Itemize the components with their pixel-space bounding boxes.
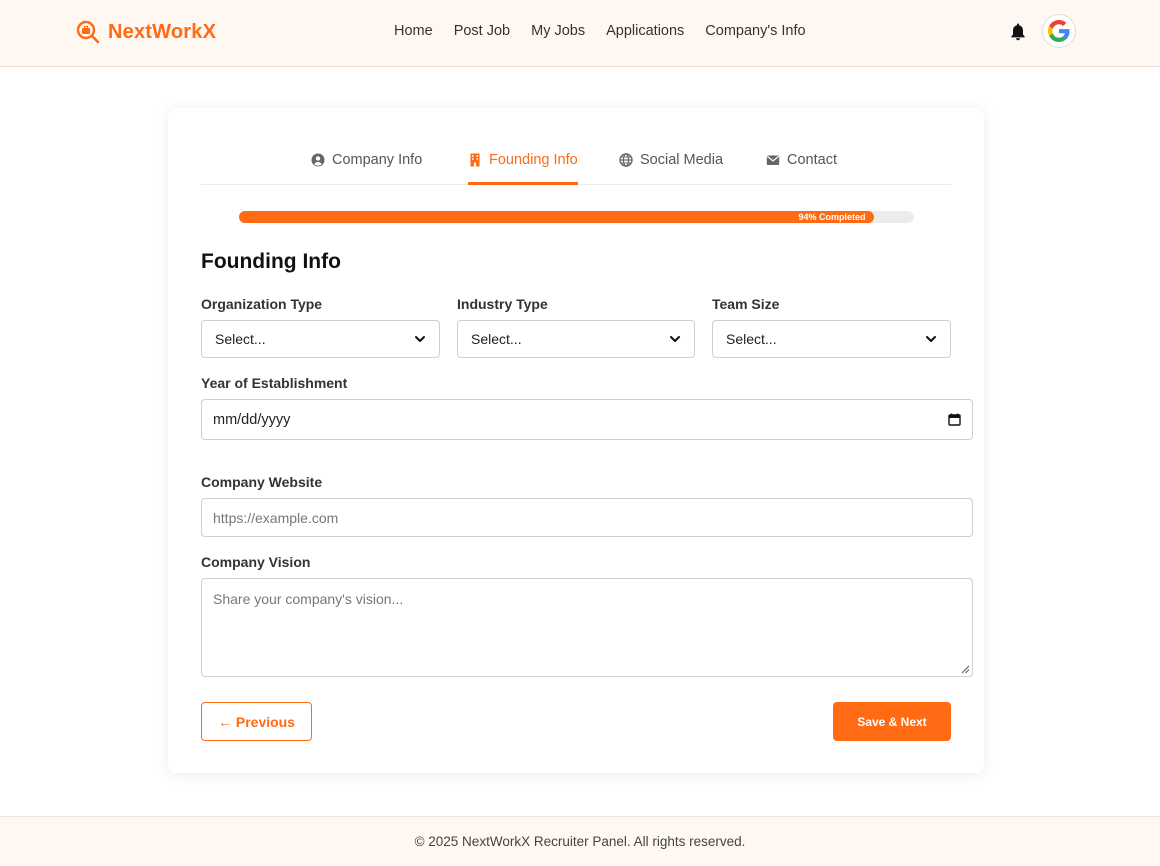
nav-company-info[interactable]: Company's Info <box>705 23 805 39</box>
footer: © 2025 NextWorkX Recruiter Panel. All ri… <box>0 816 1160 866</box>
envelope-icon <box>766 155 780 165</box>
select-value: Select... <box>215 331 266 347</box>
tab-label: Founding Info <box>489 151 578 168</box>
google-logo-icon <box>1048 20 1070 42</box>
tab-contact[interactable]: Contact <box>766 149 837 185</box>
tab-label: Social Media <box>640 152 724 168</box>
section-title: Founding Info <box>201 250 341 273</box>
top-navbar: NextWorkX Home Post Job My Jobs Applicat… <box>0 0 1160 67</box>
globe-icon <box>619 153 633 167</box>
year-label: Year of Establishment <box>201 375 348 391</box>
website-input[interactable]: https://example.com <box>201 498 973 537</box>
brand-logo[interactable]: NextWorkX <box>76 20 216 44</box>
calendar-icon[interactable] <box>948 413 961 426</box>
tab-company-info[interactable]: Company Info <box>311 149 422 185</box>
founding-info-card: Company Info Founding Info Social Media <box>168 108 984 773</box>
building-icon <box>470 153 480 166</box>
save-next-button[interactable]: Save & Next <box>833 702 951 741</box>
chevron-down-icon <box>415 336 425 342</box>
avatar[interactable] <box>1042 14 1076 48</box>
search-briefcase-icon <box>76 20 100 44</box>
previous-button[interactable]: ← Previous <box>201 702 312 741</box>
nav-home[interactable]: Home <box>394 23 433 39</box>
nav-applications[interactable]: Applications <box>606 23 684 39</box>
tab-founding-info[interactable]: Founding Info <box>468 149 578 185</box>
vision-textarea[interactable]: Share your company's vision... <box>201 578 973 677</box>
team-size-select[interactable]: Select... <box>712 320 951 358</box>
website-placeholder: https://example.com <box>213 509 339 526</box>
tab-label: Contact <box>787 152 837 168</box>
year-date-input[interactable]: mm/dd/yyyy <box>201 399 973 440</box>
date-value: mm/dd/yyyy <box>213 411 291 428</box>
team-size-label: Team Size <box>712 296 780 312</box>
industry-type-select[interactable]: Select... <box>457 320 695 358</box>
vision-placeholder: Share your company's vision... <box>213 591 404 607</box>
org-type-select[interactable]: Select... <box>201 320 440 358</box>
main-nav: Home Post Job My Jobs Applications Compa… <box>394 23 806 39</box>
vision-label: Company Vision <box>201 554 311 570</box>
tab-social-media[interactable]: Social Media <box>619 149 723 185</box>
user-circle-icon <box>311 153 325 167</box>
footer-text: © 2025 NextWorkX Recruiter Panel. All ri… <box>414 834 746 849</box>
bell-icon[interactable] <box>1009 22 1027 42</box>
tab-label: Company Info <box>332 152 423 168</box>
industry-type-label: Industry Type <box>457 296 548 312</box>
progress-label: 94% Completed <box>798 212 866 222</box>
nav-post-job[interactable]: Post Job <box>454 23 510 39</box>
website-label: Company Website <box>201 474 323 490</box>
brand-name: NextWorkX <box>108 20 217 43</box>
chevron-down-icon <box>670 336 680 342</box>
progress-fill: 94% Completed <box>239 211 874 223</box>
chevron-down-icon <box>926 336 936 342</box>
progress-bar: 94% Completed <box>239 211 914 223</box>
org-type-label: Organization Type <box>201 296 323 312</box>
resize-handle-icon[interactable] <box>960 664 970 674</box>
select-value: Select... <box>726 331 777 347</box>
select-value: Select... <box>471 331 522 347</box>
nav-my-jobs[interactable]: My Jobs <box>531 23 585 39</box>
tab-bar: Company Info Founding Info Social Media <box>201 137 951 185</box>
